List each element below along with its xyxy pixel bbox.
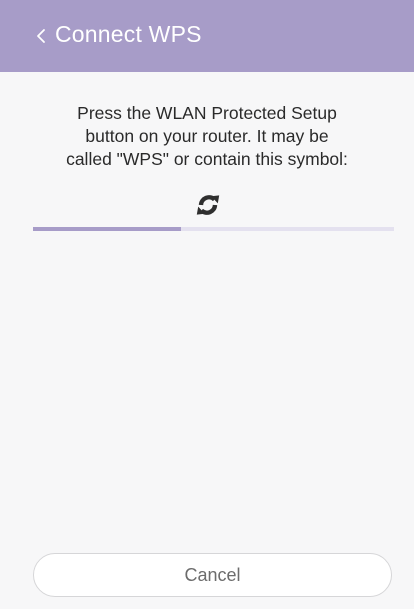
instruction-line: button on your router. It may be [85,126,329,146]
chevron-left-icon [37,29,45,43]
wps-symbol-icon [190,187,226,223]
instruction-line: called "WPS" or contain this symbol: [66,149,348,169]
progress-bar-fill [33,227,181,231]
instruction-text: Press the WLAN Protected Setup button on… [20,102,394,171]
app-header: Connect WPS [0,0,414,72]
cancel-button[interactable]: Cancel [33,553,392,597]
instruction-line: Press the WLAN Protected Setup [77,103,337,123]
page-title: Connect WPS [55,21,202,47]
connect-wps-screen: Connect WPS Press the WLAN Protected Set… [0,0,414,609]
back-button[interactable] [33,22,51,50]
connection-progress-bar [33,227,394,231]
